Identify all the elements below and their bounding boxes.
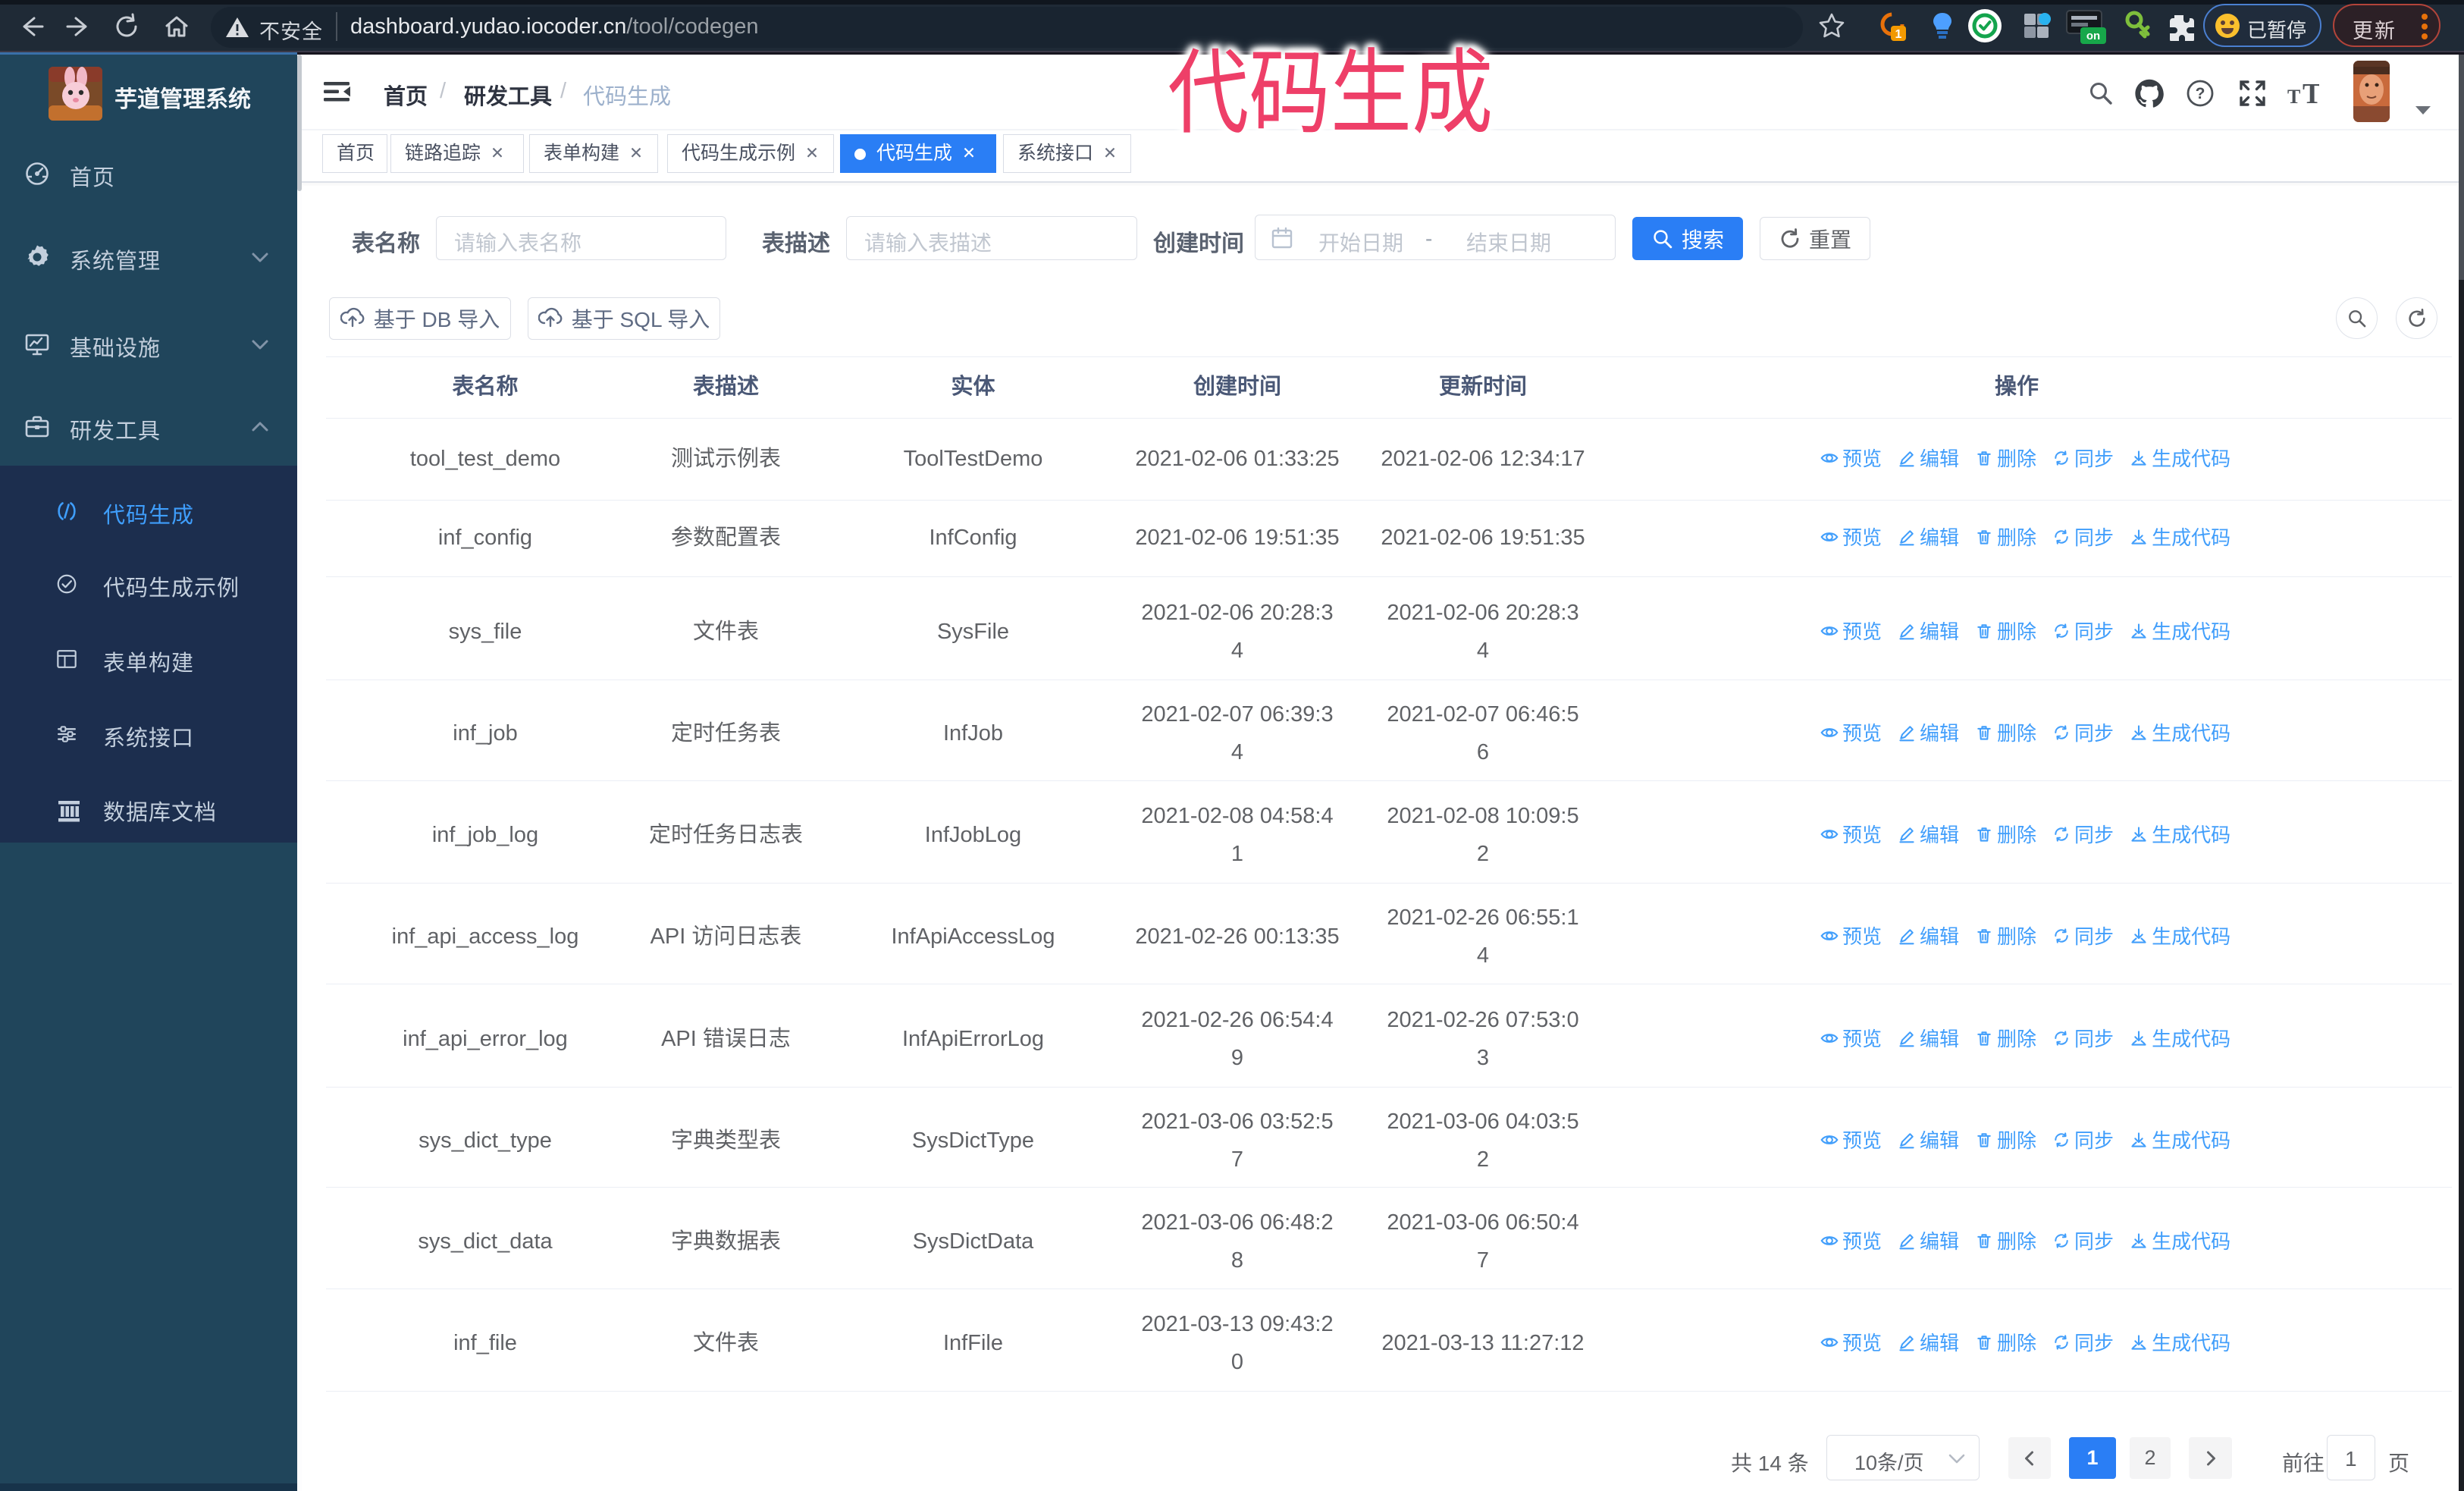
svg-text:T: T <box>2303 78 2319 108</box>
svg-text:1: 1 <box>1895 28 1902 41</box>
svg-text:on: on <box>2086 30 2100 42</box>
svg-text:T: T <box>2287 86 2300 108</box>
svg-text:?: ? <box>2196 85 2205 102</box>
